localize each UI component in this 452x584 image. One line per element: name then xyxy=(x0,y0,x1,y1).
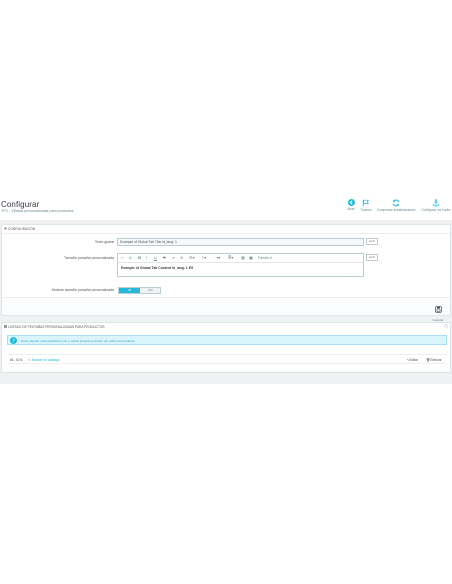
panel-heading-text: Configuración xyxy=(8,227,36,231)
gears-icon xyxy=(4,227,7,230)
question-icon: ? xyxy=(10,337,17,344)
toggle-yes[interactable]: SÍ xyxy=(119,288,140,293)
paragraph-format-label: Párrafo xyxy=(258,256,270,260)
show-in-catalog-label: Mostrar en catálogo xyxy=(31,357,60,362)
page: Configurar TPC - Viñetas personalizadas … xyxy=(0,0,452,584)
numbered-list-icon[interactable]: ≡▾ xyxy=(202,255,206,261)
strikethrough-icon[interactable]: S xyxy=(163,255,166,261)
table-icon[interactable]: ▦ xyxy=(241,255,245,261)
global-tab-input[interactable]: Example of Global Tab Title id_lang: 1 xyxy=(117,238,364,246)
global-tab-label: Texto global xyxy=(94,240,114,244)
show-size-label: Mostrar tamaño pestaña personalizada xyxy=(51,288,114,292)
source-code-icon[interactable]: ‹› xyxy=(121,255,124,261)
back-icon xyxy=(347,199,355,206)
custom-size-label: Tamaño pestaña personalizada xyxy=(64,256,114,260)
language-code-2: es xyxy=(369,255,373,259)
editor-content[interactable]: Example of Global Tab Content id_lang: 1… xyxy=(121,266,193,270)
settings-icon[interactable] xyxy=(444,324,448,328)
translate-button[interactable]: Traducir xyxy=(358,199,374,217)
toggle-no[interactable]: NO xyxy=(140,288,161,293)
configuration-panel: Configuración Texto global Example of Gl… xyxy=(1,224,451,322)
back-label: Atrás xyxy=(347,207,355,211)
save-button[interactable]: Guardar xyxy=(430,300,446,322)
panel-heading: Configuración xyxy=(2,225,450,234)
tab-id: #1 - ID 6 xyxy=(10,357,23,362)
show-in-catalog-link[interactable]: ✎ Mostrar en catálogo xyxy=(28,358,60,362)
language-select-2[interactable]: es ▾ xyxy=(366,254,378,261)
refresh-icon xyxy=(392,199,400,207)
check-updates-label: Comprobar actualizaciones xyxy=(376,208,416,212)
language-code: es xyxy=(369,239,373,243)
delete-label: Eliminar xyxy=(430,357,442,362)
underline-icon[interactable]: U xyxy=(154,255,157,261)
unlink-icon[interactable]: ⊘ xyxy=(180,255,183,261)
page-header: Configurar TPC - Viñetas personalizadas … xyxy=(0,196,452,220)
tabs-list-panel: Listado de pestañas personalizadas para … xyxy=(1,322,451,373)
info-alert: ? Debe asociar cada pestaña a uno o vari… xyxy=(7,335,447,345)
editor-toolbar: ‹› A B I U S ∞ ⊘ ☰▾ ≡▾ ⇥▾ ≣▾ ▦ ▣ Párrafo… xyxy=(118,254,363,263)
show-size-toggle[interactable]: SÍ NO xyxy=(118,287,161,294)
table-row: #1 - ID 6 ✎ Mostrar en catálogo ✎Editar … xyxy=(7,354,447,364)
anchor-icon xyxy=(432,199,440,207)
page-title: Configurar xyxy=(1,200,40,209)
back-button[interactable]: Atrás xyxy=(345,199,357,217)
language-select[interactable]: es ▾ xyxy=(366,238,378,245)
bold-icon[interactable]: B xyxy=(138,255,141,261)
align-icon[interactable]: ≣▾ xyxy=(228,255,233,261)
edit-label: Editar xyxy=(409,357,418,362)
text-color-icon[interactable]: A xyxy=(129,255,132,261)
link-icon[interactable]: ∞ xyxy=(172,255,175,261)
svg-text:?: ? xyxy=(12,338,15,344)
configure-hooks-button[interactable]: Configurar los hooks xyxy=(420,199,452,217)
translate-label: Traducir xyxy=(360,208,372,212)
paragraph-format-select[interactable]: Párrafo ▾ xyxy=(258,255,272,261)
indent-icon[interactable]: ⇥▾ xyxy=(215,255,220,261)
page-subtitle: TPC - Viñetas personalizadas para produc… xyxy=(1,209,74,213)
image-icon[interactable]: ▣ xyxy=(249,255,253,261)
delete-button[interactable]: 🗑Eliminar xyxy=(426,358,442,362)
bullet-list-icon[interactable]: ☰▾ xyxy=(189,255,195,261)
panel-heading: Listado de pestañas personalizadas para … xyxy=(2,323,450,330)
rich-text-editor[interactable]: ‹› A B I U S ∞ ⊘ ☰▾ ≡▾ ⇥▾ ≣▾ ▦ ▣ Párrafo… xyxy=(117,253,364,277)
floppy-disk-icon xyxy=(434,306,442,313)
list-icon xyxy=(4,325,7,328)
panel-footer: Guardar xyxy=(2,297,450,322)
italic-icon[interactable]: I xyxy=(146,255,147,261)
panel-heading-text: Listado de pestañas personalizadas para … xyxy=(8,324,105,329)
configure-hooks-label: Configurar los hooks xyxy=(421,208,451,212)
flag-icon xyxy=(362,199,370,207)
check-updates-button[interactable]: Comprobar actualizaciones xyxy=(375,199,417,217)
info-text: Debe asociar cada pestaña a uno o varios… xyxy=(21,339,136,343)
edit-button[interactable]: ✎Editar xyxy=(407,358,418,362)
